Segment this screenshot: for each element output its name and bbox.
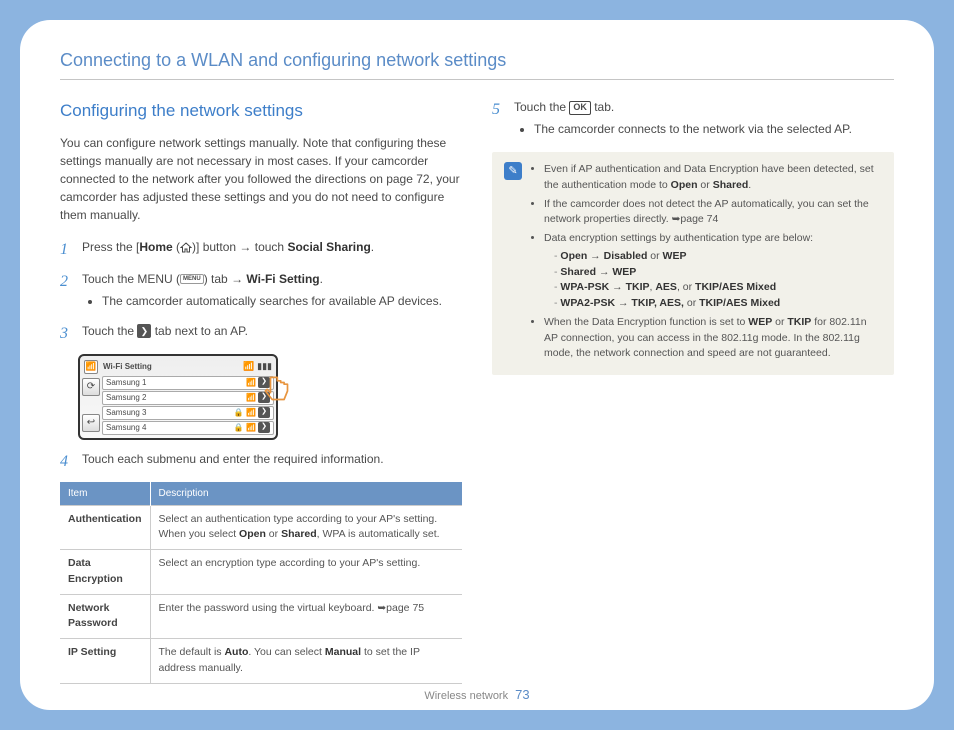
menu-icon: MENU [180, 274, 204, 284]
step-number: 3 [60, 322, 72, 346]
wifi-row: Samsung 1📶❯ [102, 376, 274, 390]
note-icon: ✎ [504, 162, 522, 180]
wifi-row: Samsung 2📶❯ [102, 391, 274, 405]
step-5: 5 Touch the OK tab. The camcorder connec… [492, 98, 894, 142]
step-bullet: The camcorder automatically searches for… [102, 292, 462, 310]
page-title: Connecting to a WLAN and configuring net… [60, 50, 894, 80]
wifi-row: Samsung 4🔒 📶❯ [102, 421, 274, 435]
step-number: 1 [60, 238, 72, 262]
table-header: Description [150, 482, 462, 506]
table-row: AuthenticationSelect an authentication t… [60, 505, 462, 550]
left-column: Configuring the network settings You can… [60, 98, 462, 684]
step-number: 4 [60, 450, 72, 474]
chevron-right-icon: ❯ [137, 324, 151, 338]
home-icon [180, 242, 192, 253]
two-column-layout: Configuring the network settings You can… [60, 98, 894, 684]
page-number: 73 [515, 687, 529, 702]
encryption-list: - Open → Disabled or WEP - Shared → WEP … [544, 249, 882, 312]
step-2: 2 Touch the MENU (MENU) tab → Wi-Fi Sett… [60, 270, 462, 314]
table-row: Data EncryptionSelect an encryption type… [60, 550, 462, 595]
step-4: 4 Touch each submenu and enter the requi… [60, 450, 462, 474]
step-number: 2 [60, 270, 72, 294]
step-body: Touch the MENU (MENU) tab → Wi-Fi Settin… [82, 270, 462, 314]
wifi-list: Samsung 1📶❯ Samsung 2📶❯ Samsung 3🔒 📶❯ Sa… [102, 376, 274, 436]
ok-icon: OK [569, 101, 591, 115]
manual-page: Connecting to a WLAN and configuring net… [20, 20, 934, 710]
battery-icon: 📶 ▮▮▮ [243, 360, 272, 374]
step-body: Press the [Home ()] button → touch Socia… [82, 238, 462, 256]
step-body: Touch each submenu and enter the require… [82, 450, 462, 468]
footer-section: Wireless network [424, 690, 508, 702]
refresh-icon: ⟳ [82, 378, 100, 396]
chevron-right-icon: ❯ [258, 422, 270, 433]
step-body: Touch the OK tab. The camcorder connects… [514, 98, 894, 142]
wifi-panel-title: Wi-Fi Setting [100, 361, 243, 373]
wifi-setting-screenshot: 📶 Wi-Fi Setting 📶 ▮▮▮ ⟳ ↩ Samsung 1📶❯ Sa… [78, 354, 278, 440]
step-body: Touch the ❯ tab next to an AP. [82, 322, 462, 340]
back-icon: ↩ [82, 414, 100, 432]
page-footer: Wireless network 73 [20, 687, 934, 702]
note-box: ✎ Even if AP authentication and Data Enc… [492, 152, 894, 375]
table-header: Item [60, 482, 150, 506]
intro-text: You can configure network settings manua… [60, 134, 462, 224]
step-1: 1 Press the [Home ()] button → touch Soc… [60, 238, 462, 262]
table-row: IP SettingThe default is Auto. You can s… [60, 639, 462, 684]
touch-gesture-icon [262, 374, 296, 412]
step-bullet: The camcorder connects to the network vi… [534, 120, 894, 138]
right-column: 5 Touch the OK tab. The camcorder connec… [492, 98, 894, 684]
step-3: 3 Touch the ❯ tab next to an AP. [60, 322, 462, 346]
table-row: Network PasswordEnter the password using… [60, 594, 462, 639]
wifi-row: Samsung 3🔒 📶❯ [102, 406, 274, 420]
note-list: Even if AP authentication and Data Encry… [544, 162, 882, 365]
section-heading: Configuring the network settings [60, 98, 462, 124]
settings-table: ItemDescription AuthenticationSelect an … [60, 482, 462, 684]
step-number: 5 [492, 98, 504, 122]
wifi-icon: 📶 [84, 360, 98, 374]
